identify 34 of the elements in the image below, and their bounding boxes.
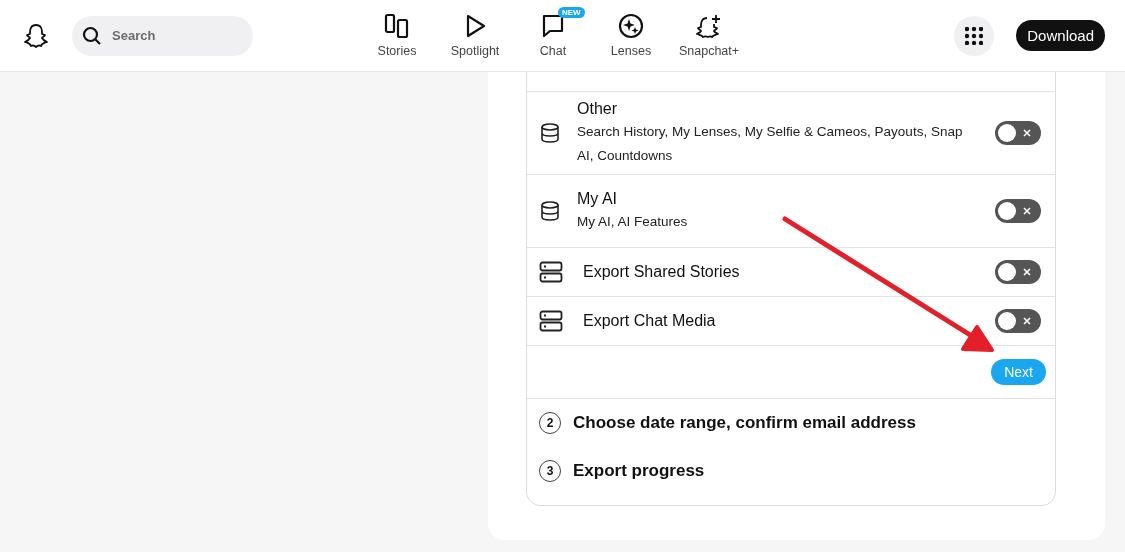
toggle-switch[interactable] [995,121,1041,145]
ghost-logo-icon[interactable] [22,21,50,50]
server-icon [539,310,563,332]
new-badge: NEW [558,7,585,18]
download-button[interactable]: Download [1016,20,1105,51]
toggle-switch[interactable] [995,199,1041,223]
option-title: Export Shared Stories [583,262,741,282]
nav-tab[interactable]: Stories [358,13,436,58]
x-icon [1021,315,1033,327]
search-icon [82,25,102,46]
toggle-switch[interactable] [995,260,1041,284]
stories-icon [384,13,410,39]
nav-tab[interactable]: Lenses [592,13,670,58]
server-icon [539,261,563,283]
x-icon [1021,127,1033,139]
database-icon [539,122,561,144]
nav-tab[interactable]: Spotlight [436,13,514,58]
nav-tab[interactable]: Snapchat+ [670,13,748,58]
search-field[interactable]: Search [72,15,253,56]
option-title: My AI [577,189,618,209]
option-description: My AI, AI Features [577,213,689,231]
toggle-switch[interactable] [995,309,1041,333]
x-icon [1021,266,1033,278]
sparkle-icon [618,13,644,39]
chat-icon [540,13,566,39]
step-title: Choose date range, confirm email address [573,413,916,433]
ghost-plus-icon [695,13,723,39]
step-title: Export progress [573,461,705,481]
option-title: Other [577,99,618,119]
option-description: Search History, My Lenses, My Selfie & Cameos, Payouts, Snap AI, Countdowns [577,123,964,165]
x-icon [1021,205,1033,217]
grid-icon [965,26,984,45]
database-icon [539,200,561,222]
option-title: Export Chat Media [583,311,717,331]
